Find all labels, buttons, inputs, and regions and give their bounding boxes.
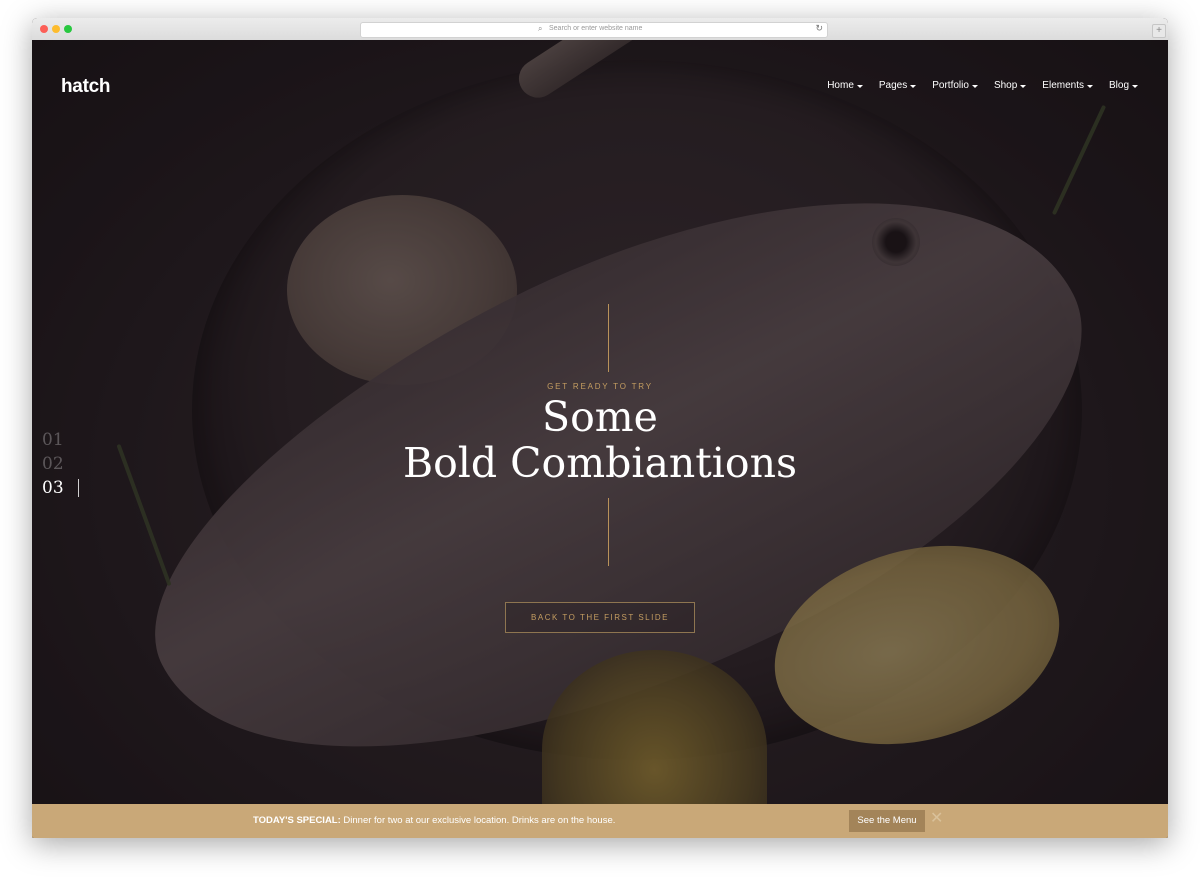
main-nav: Home Pages Portfolio Shop Elements Blog [827,80,1138,91]
close-window-button[interactable] [40,25,48,33]
magnifier-icon: ⌕ [538,24,543,33]
caret-down-icon [1132,84,1138,88]
nav-item-portfolio[interactable]: Portfolio [932,80,978,91]
see-the-menu-button[interactable]: See the Menu [849,810,925,832]
nav-label: Blog [1108,80,1129,91]
special-message: TODAY'S SPECIAL: Dinner for two at our e… [253,815,615,826]
nav-item-elements[interactable]: Elements [1042,80,1093,91]
address-bar[interactable]: ⌕ Search or enter website name ↻ [360,22,828,38]
divider-line-bottom [608,498,609,566]
hero-headline-line1: Some [542,393,658,441]
minimize-window-button[interactable] [52,25,60,33]
special-description: Dinner for two at our exclusive location… [340,815,616,826]
special-label: TODAY'S SPECIAL: [253,815,341,826]
nav-label: Shop [993,80,1018,91]
nav-item-shop[interactable]: Shop [993,80,1027,91]
caret-down-icon [910,84,917,88]
nav-item-blog[interactable]: Blog [1109,80,1138,91]
hero-eyebrow: GET READY TO TRY [547,382,653,391]
todays-special-bar: TODAY'S SPECIAL: Dinner for two at our e… [32,804,1168,838]
nav-item-pages[interactable]: Pages [878,80,917,91]
hero-headline-line2: Bold Combiantions [402,439,798,487]
close-icon[interactable]: ✕ [930,811,943,827]
caret-down-icon [856,84,863,88]
site-logo[interactable]: hatch [61,76,110,98]
maximize-window-button[interactable] [64,25,72,33]
nav-label: Elements [1042,80,1084,91]
caret-down-icon [1020,84,1027,88]
browser-window: ⌕ Search or enter website name ↻ + hatch… [32,18,1168,838]
address-placeholder: Search or enter website name [549,25,643,32]
caret-down-icon [971,84,978,88]
back-to-first-slide-button[interactable]: BACK TO THE FIRST SLIDE [505,602,695,633]
nav-item-home[interactable]: Home [827,80,863,91]
nav-label: Home [827,80,854,91]
reload-icon[interactable]: ↻ [815,23,823,34]
caret-down-icon [1086,84,1093,88]
nav-label: Portfolio [932,80,969,91]
hero-section: hatch Home Pages Portfolio Shop Elements… [32,40,1168,838]
browser-titlebar: ⌕ Search or enter website name ↻ + [32,18,1168,41]
divider-line-top [608,304,609,372]
plus-icon[interactable]: + [1152,24,1166,38]
nav-label: Pages [878,80,908,91]
